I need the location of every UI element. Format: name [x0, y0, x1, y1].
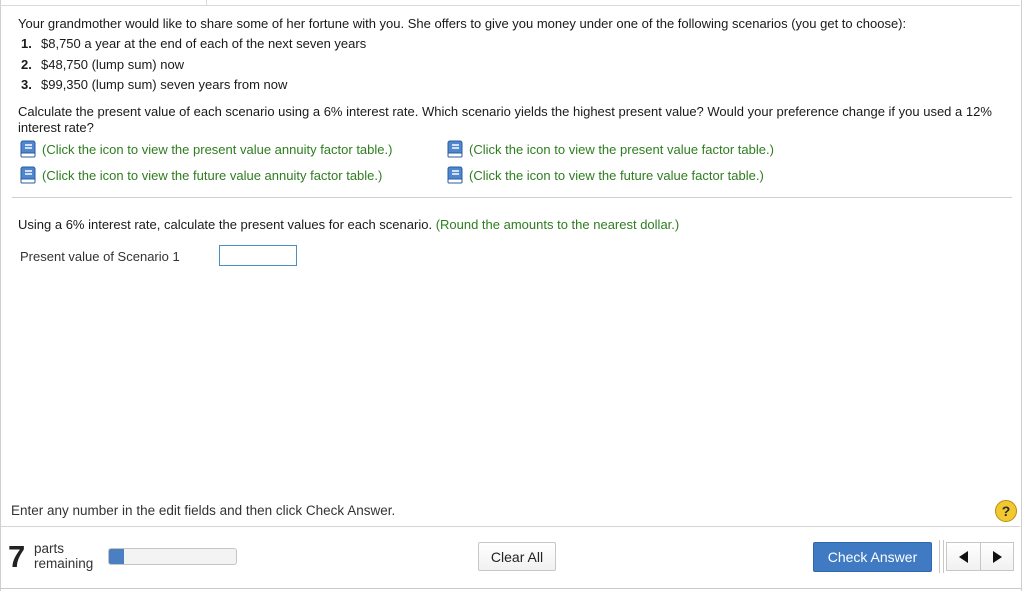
previous-button[interactable]: [946, 542, 980, 571]
scenario-text: $48,750 (lump sum) now: [41, 56, 185, 72]
scenario-number: 3.: [21, 77, 32, 92]
scenario-text: $8,750 a year at the end of each of the …: [41, 36, 367, 51]
help-text: Enter any number in the edit fields and …: [11, 503, 396, 518]
scenario-item: 1. $8,750 a year at the end of each of th…: [18, 34, 1008, 55]
scenario-1-pv-input[interactable]: [219, 245, 297, 266]
parts-remaining-label: parts remaining: [34, 541, 94, 571]
instruction-text: Using a 6% interest rate, calculate the …: [18, 217, 433, 232]
arrow-left-icon: [959, 550, 968, 563]
nav-separator: [939, 540, 940, 573]
footer-divider: [0, 526, 1020, 527]
scenario-number: 1.: [21, 36, 32, 51]
bottom-border: [0, 588, 1022, 589]
rounding-hint: (Round the amounts to the nearest dollar…: [435, 217, 680, 232]
fv-annuity-table-link-text[interactable]: (Click the icon to view the future value…: [42, 168, 382, 183]
top-divider: [0, 0, 1020, 6]
progress-bar-fill: [109, 549, 125, 564]
section-divider: [12, 197, 1012, 198]
clear-all-button[interactable]: Clear All: [478, 542, 556, 571]
top-divider-tick: [206, 0, 207, 5]
book-icon[interactable]: [445, 165, 465, 185]
window-left-edge: [0, 0, 1, 591]
scenario-item: 2. $48,750 (lump sum) now: [18, 55, 1008, 76]
help-icon[interactable]: ?: [995, 500, 1017, 522]
pv-factor-table-link-text[interactable]: (Click the icon to view the present valu…: [469, 142, 774, 157]
book-icon[interactable]: [445, 139, 465, 159]
arrow-right-icon: [992, 550, 1002, 563]
parts-remaining-count: 7: [8, 539, 26, 574]
check-answer-button[interactable]: Check Answer: [813, 542, 932, 572]
progress-bar: [108, 548, 237, 565]
pv-factor-table-link[interactable]: (Click the icon to view the present valu…: [445, 139, 774, 159]
scenario-list: 1. $8,750 a year at the end of each of th…: [18, 34, 1008, 96]
part-instruction: Using a 6% interest rate, calculate the …: [18, 217, 679, 232]
fv-annuity-table-link[interactable]: (Click the icon to view the future value…: [18, 165, 382, 185]
pv-annuity-table-link[interactable]: (Click the icon to view the present valu…: [18, 139, 392, 159]
next-button[interactable]: [980, 542, 1014, 571]
fv-factor-table-link[interactable]: (Click the icon to view the future value…: [445, 165, 764, 185]
nav-separator: [943, 540, 944, 573]
problem-question: Calculate the present value of each scen…: [18, 103, 992, 136]
problem-statement: Your grandmother would like to share som…: [18, 14, 1008, 137]
book-icon[interactable]: [18, 165, 38, 185]
scenario-item: 3. $99,350 (lump sum) seven years from no…: [18, 75, 1008, 96]
pv-annuity-table-link-text[interactable]: (Click the icon to view the present valu…: [42, 142, 392, 157]
window-right-edge: [1021, 0, 1022, 591]
fv-factor-table-link-text[interactable]: (Click the icon to view the future value…: [469, 168, 764, 183]
scenario-text: $99,350 (lump sum) seven years from now: [41, 77, 288, 92]
scenario-1-label: Present value of Scenario 1: [20, 249, 180, 264]
problem-intro: Your grandmother would like to share som…: [18, 16, 907, 31]
scenario-number: 2.: [21, 56, 32, 72]
book-icon[interactable]: [18, 139, 38, 159]
parts-label-line1: parts: [34, 541, 65, 556]
parts-label-line2: remaining: [34, 555, 94, 571]
